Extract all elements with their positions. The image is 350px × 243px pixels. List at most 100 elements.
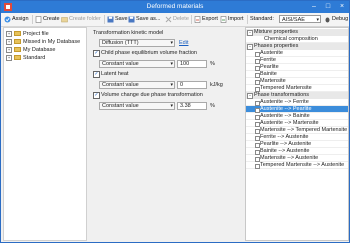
toolbar: Assign Create Create folder Save Save as… (1, 13, 349, 27)
save-button[interactable]: Save (107, 14, 128, 24)
folder-icon (14, 55, 21, 60)
tree-item-label: Project file (23, 30, 49, 37)
phase-transformations-header[interactable]: − Phase transformations (246, 92, 348, 99)
tree-item-label: Pearlite (260, 64, 279, 70)
latent-heat-label: Latent heat (101, 71, 129, 77)
standard-select[interactable]: AISI/SAE ▾ (279, 15, 321, 23)
expand-icon[interactable]: + (6, 46, 12, 53)
export-icon (194, 15, 201, 23)
window: Deformed materials – □ × Assign Create C… (0, 0, 350, 243)
expand-icon[interactable]: + (6, 30, 12, 37)
tree-item-martensite-austenite[interactable]: Martensite --> Austenite (246, 155, 348, 162)
chevron-down-icon: ▾ (316, 17, 319, 23)
tree-item-tempered-martensite[interactable]: Tempered Martensite (246, 85, 348, 92)
mixture-properties-header[interactable]: − Mixture properties (246, 29, 348, 36)
window-title: Deformed materials (146, 3, 204, 10)
chevron-down-icon: ▾ (170, 82, 173, 88)
maximize-button[interactable]: □ (321, 1, 335, 12)
tree-item-label: Martensite --> Tempered Martensite (260, 127, 348, 133)
volume-change-input[interactable]: 3.38 (177, 102, 207, 110)
save-icon (107, 16, 114, 22)
export-button[interactable]: Export (194, 14, 218, 24)
volume-change-checkbox[interactable]: ✓ (93, 92, 100, 99)
debug-button[interactable]: Debug (324, 14, 348, 24)
volume-change-unit: % (210, 103, 215, 109)
child-phase-unit: % (210, 61, 215, 67)
phases-properties-header[interactable]: − Phases properties (246, 43, 348, 50)
edit-link[interactable]: Edit (179, 40, 188, 46)
delete-button[interactable]: Delete (165, 14, 189, 24)
tree-item-austenite-bainite[interactable]: Austenite --> Bainite (246, 113, 348, 120)
chevron-down-icon: ▾ (170, 40, 173, 46)
tree-item-tempered-martensite-austenite[interactable]: Tempered Martensite --> Austenite (246, 162, 348, 169)
tree-item-label: Bainite --> Austenite (260, 148, 310, 154)
tree-item-chemical-composition[interactable]: Chemical composition (246, 36, 348, 43)
toolbar-divider (191, 15, 192, 24)
latent-heat-input[interactable]: 0 (177, 81, 207, 89)
tree-item-label: Austenite --> Pearlite (260, 106, 312, 112)
close-button[interactable]: × (335, 1, 349, 12)
kinetic-model-select[interactable]: Diffusion (TTT) ▾ (99, 39, 175, 47)
tree-item-austenite-martensite[interactable]: Austenite --> Martensite (246, 120, 348, 127)
tree-item-austenite[interactable]: Austenite (246, 50, 348, 57)
expand-icon[interactable] (255, 164, 260, 169)
tree-item-bainite-austenite[interactable]: Bainite --> Austenite (246, 148, 348, 155)
child-phase-type-select[interactable]: Constant value ▾ (99, 60, 175, 68)
tree-item-label: Austenite --> Ferrite (260, 99, 309, 105)
tree-item-pearlite[interactable]: Pearlite (246, 64, 348, 71)
latent-heat-checkbox[interactable]: ✓ (93, 71, 100, 78)
save-as-button[interactable]: Save as... (128, 14, 160, 24)
tree-item-my-database[interactable]: + My Database (6, 46, 55, 53)
folder-icon (61, 16, 68, 22)
export-label: Export (202, 16, 218, 22)
database-tree: + Project file + Missed in My Database +… (3, 27, 87, 241)
save-as-icon (128, 16, 135, 22)
volume-change-type-select[interactable]: Constant value ▾ (99, 102, 175, 110)
tree-item-standard[interactable]: + Standard (6, 54, 45, 61)
standard-value: AISI/SAE (282, 17, 305, 23)
tree-item-austenite-pearlite[interactable]: Austenite --> Pearlite (246, 106, 348, 113)
tree-item-label: Standard (23, 54, 46, 61)
tree-item-pearlite-austenite[interactable]: Pearlite --> Austenite (246, 141, 348, 148)
tree-item-austenite-ferrite[interactable]: Austenite --> Ferrite (246, 99, 348, 106)
standard-label: Standard: (250, 16, 274, 22)
tree-item-missed-in-my-database[interactable]: + Missed in My Database (6, 38, 80, 45)
expand-icon[interactable]: + (6, 38, 12, 45)
tree-item-martensite-tempered[interactable]: Martensite --> Tempered Martensite (246, 127, 348, 134)
tree-item-martensite[interactable]: Martensite (246, 78, 348, 85)
tree-item-label: Pearlite --> Austenite (260, 141, 312, 147)
tree-item-label: Tempered Martensite --> Austenite (260, 162, 345, 168)
create-folder-button[interactable]: Create folder (61, 14, 101, 24)
tree-item-ferrite[interactable]: Ferrite (246, 57, 348, 64)
assign-button[interactable]: Assign (4, 14, 29, 24)
latent-heat-type-select[interactable]: Constant value ▾ (99, 81, 175, 89)
kinetic-model-value: Diffusion (TTT) (102, 40, 139, 46)
title-bar: Deformed materials – □ × (1, 1, 349, 13)
folder-icon (14, 39, 21, 44)
debug-label: Debug (332, 16, 349, 22)
tree-item-bainite[interactable]: Bainite (246, 71, 348, 78)
expand-icon[interactable]: + (6, 54, 12, 61)
tree-item-project-file[interactable]: + Project file (6, 30, 49, 37)
child-phase-label: Child phase equilibrium volume fraction (101, 50, 197, 56)
import-label: Import (228, 16, 244, 22)
minimize-button[interactable]: – (307, 1, 321, 12)
latent-heat-type-value: Constant value (102, 82, 139, 88)
assign-label: Assign (12, 16, 29, 22)
save-label: Save (115, 16, 128, 22)
tree-item-label: Ferrite (260, 57, 276, 63)
child-phase-checkbox[interactable]: ✓ (93, 50, 100, 57)
properties-tree: − Mixture properties Chemical compositio… (245, 27, 349, 241)
import-button[interactable]: Import (220, 14, 244, 24)
volume-change-label: Volume change due phase transformation (101, 92, 203, 98)
tree-item-ferrite-austenite[interactable]: Ferrite --> Austenite (246, 134, 348, 141)
new-file-icon (35, 15, 42, 23)
kinetic-model-label: Transformation kinetic model (93, 30, 164, 36)
save-as-label: Save as... (136, 16, 161, 22)
tree-item-label: Austenite --> Martensite (260, 120, 319, 126)
child-phase-input[interactable]: 100 (177, 60, 207, 68)
toolbar-divider (247, 15, 248, 24)
toolbar-divider (104, 15, 105, 24)
tree-item-label: Ferrite --> Austenite (260, 134, 309, 140)
create-button[interactable]: Create (35, 14, 60, 24)
